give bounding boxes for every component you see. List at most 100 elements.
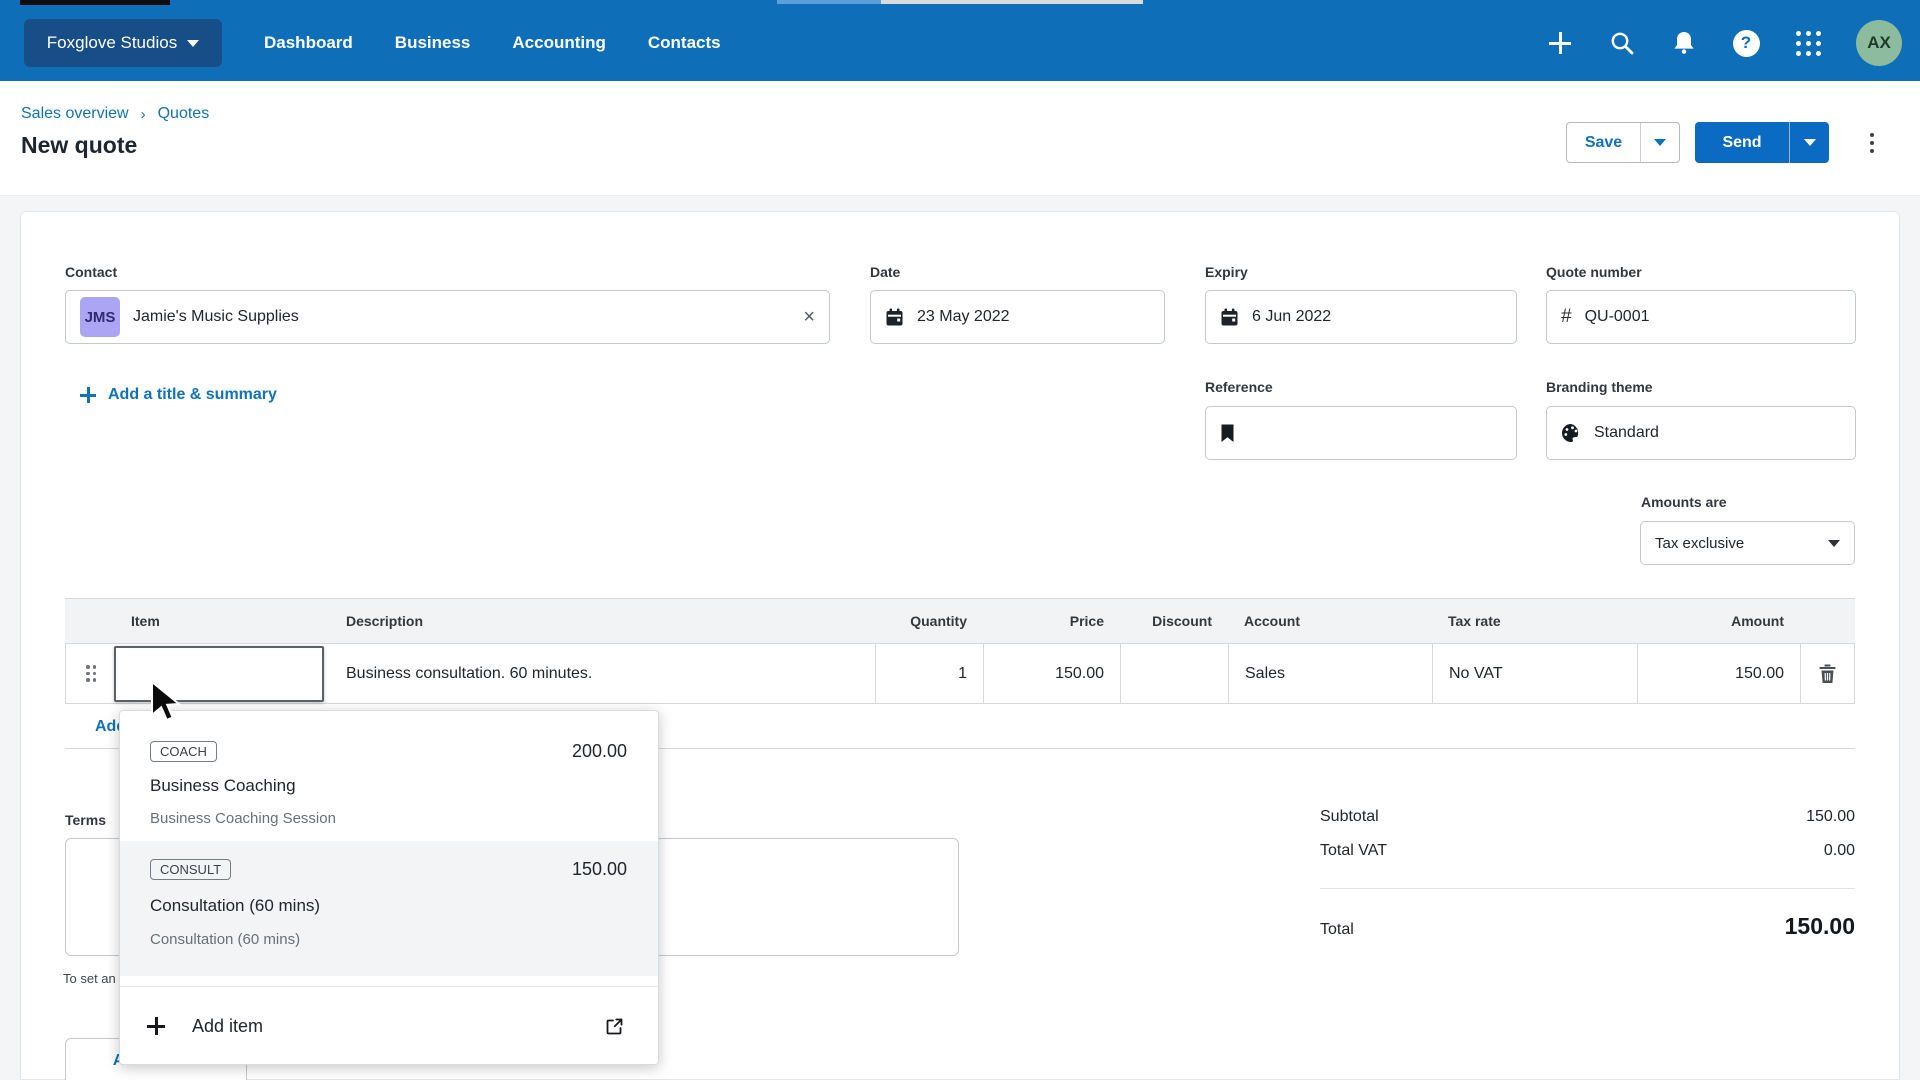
- breadcrumb-separator: ›: [141, 106, 146, 123]
- chevron-down-icon: [1654, 139, 1666, 146]
- bell-icon: [1671, 30, 1697, 56]
- page-title: New quote: [21, 132, 137, 159]
- amounts-are-value: Tax exclusive: [1655, 535, 1744, 552]
- save-dropdown-button[interactable]: [1640, 123, 1679, 162]
- calendar-icon: [885, 308, 904, 327]
- apps-button[interactable]: [1794, 29, 1822, 57]
- breadcrumb-sales-overview[interactable]: Sales overview: [21, 105, 129, 123]
- amount-cell[interactable]: 150.00: [1637, 644, 1800, 703]
- tax-rate-cell[interactable]: No VAT: [1432, 644, 1637, 703]
- contact-field[interactable]: JMS Jamie's Music Supplies ×: [65, 290, 830, 344]
- bookmark-icon: [1220, 424, 1235, 443]
- save-button[interactable]: Save: [1567, 123, 1640, 162]
- item-description: Consultation (60 mins): [150, 931, 300, 948]
- total-value: 150.00: [1785, 913, 1855, 940]
- user-avatar[interactable]: AX: [1856, 20, 1902, 66]
- add-title-summary-link[interactable]: Add a title & summary: [80, 386, 277, 404]
- more-options-button[interactable]: [1862, 128, 1882, 158]
- date-value: 23 May 2022: [917, 308, 1010, 326]
- add-item-button[interactable]: Add item: [120, 988, 658, 1064]
- date-label: Date: [870, 264, 900, 280]
- contact-label: Contact: [65, 264, 117, 280]
- search-button[interactable]: [1608, 29, 1636, 57]
- subtotal-label: Subtotal: [1320, 808, 1379, 826]
- line-items-header: Item Description Quantity Price Discount…: [65, 598, 1855, 644]
- item-dropdown: COACH 200.00 Business Coaching Business …: [119, 710, 659, 1065]
- send-button[interactable]: Send: [1695, 122, 1789, 163]
- help-icon: ?: [1733, 30, 1760, 57]
- item-option-consult[interactable]: CONSULT 150.00 Consultation (60 mins) Co…: [120, 841, 658, 976]
- date-field[interactable]: 23 May 2022: [870, 290, 1165, 344]
- item-price: 150.00: [572, 859, 627, 880]
- breadcrumb-quotes[interactable]: Quotes: [158, 105, 210, 123]
- add-title-summary-label: Add a title & summary: [108, 386, 277, 404]
- clear-contact-icon[interactable]: ×: [803, 306, 815, 329]
- dropdown-divider: [120, 986, 658, 987]
- col-account: Account: [1228, 599, 1432, 643]
- create-new-button[interactable]: [1546, 29, 1574, 57]
- add-item-label: Add item: [192, 1016, 263, 1037]
- quantity-cell[interactable]: 1: [875, 644, 983, 703]
- item-input[interactable]: [114, 646, 324, 702]
- reference-field[interactable]: [1205, 406, 1517, 460]
- delete-column-header: [1800, 599, 1855, 643]
- grid-icon: [1796, 31, 1821, 56]
- palette-icon: [1561, 423, 1581, 443]
- nav-contacts[interactable]: Contacts: [648, 33, 721, 53]
- price-cell[interactable]: 150.00: [983, 644, 1120, 703]
- help-button[interactable]: ?: [1732, 29, 1760, 57]
- org-name: Foxglove Studios: [47, 33, 177, 53]
- chevron-down-icon: [1828, 540, 1840, 547]
- quote-number-label: Quote number: [1546, 264, 1642, 280]
- external-link-icon: [605, 1017, 624, 1036]
- total-vat-label: Total VAT: [1320, 842, 1387, 860]
- xero-new-quote-screen: Foxglove Studios Dashboard Business Acco…: [0, 0, 1920, 1080]
- contact-value: Jamie's Music Supplies: [133, 308, 299, 326]
- drag-dots-icon: [86, 665, 96, 682]
- contact-avatar: JMS: [80, 297, 120, 337]
- nav-business[interactable]: Business: [395, 33, 471, 53]
- terms-hint: To set an: [63, 971, 116, 986]
- item-option-coach[interactable]: COACH 200.00 Business Coaching Business …: [120, 711, 658, 841]
- col-tax-rate: Tax rate: [1432, 599, 1637, 643]
- drag-column-header: [65, 599, 115, 643]
- main-nav: Dashboard Business Accounting Contacts: [264, 5, 721, 81]
- top-strip-lightblue: [777, 0, 881, 4]
- plus-icon: [80, 387, 96, 403]
- delete-row-button[interactable]: [1800, 644, 1854, 703]
- item-code-badge: CONSULT: [150, 859, 231, 880]
- reference-label: Reference: [1205, 379, 1273, 395]
- nav-dashboard[interactable]: Dashboard: [264, 33, 353, 53]
- save-split-button: Save: [1566, 122, 1680, 163]
- plus-icon: [1549, 32, 1571, 54]
- org-switcher-button[interactable]: Foxglove Studios: [24, 19, 222, 67]
- amounts-are-select[interactable]: Tax exclusive: [1640, 521, 1855, 565]
- terms-label: Terms: [65, 812, 106, 828]
- branding-theme-label: Branding theme: [1546, 379, 1653, 395]
- quote-number-value: QU-0001: [1585, 308, 1650, 326]
- branding-theme-field[interactable]: Standard: [1546, 406, 1856, 460]
- totals-divider: [1320, 888, 1855, 889]
- send-split-button: Send: [1695, 122, 1829, 163]
- description-cell[interactable]: Business consultation. 60 minutes.: [330, 644, 875, 703]
- nav-accounting[interactable]: Accounting: [512, 33, 606, 53]
- expiry-field[interactable]: 6 Jun 2022: [1205, 290, 1517, 344]
- expiry-value: 6 Jun 2022: [1252, 308, 1331, 326]
- account-cell[interactable]: Sales: [1228, 644, 1432, 703]
- search-icon: [1609, 30, 1635, 56]
- item-name: Business Coaching: [150, 776, 296, 796]
- subtotal-value: 150.00: [1806, 808, 1855, 826]
- notifications-button[interactable]: [1670, 29, 1698, 57]
- quote-number-field[interactable]: # QU-0001: [1546, 290, 1856, 344]
- item-description: Business Coaching Session: [150, 810, 336, 827]
- total-label: Total: [1320, 921, 1354, 939]
- row-drag-handle[interactable]: [66, 644, 115, 703]
- hash-icon: #: [1561, 306, 1572, 328]
- total-vat-value: 0.00: [1824, 842, 1855, 860]
- discount-cell[interactable]: [1120, 644, 1228, 703]
- item-name: Consultation (60 mins): [150, 896, 320, 916]
- send-dropdown-button[interactable]: [1789, 122, 1829, 163]
- top-navigation-bar: Foxglove Studios Dashboard Business Acco…: [0, 5, 1920, 81]
- chevron-down-icon: [1804, 139, 1816, 146]
- line-item-row: Business consultation. 60 minutes. 1 150…: [65, 644, 1855, 704]
